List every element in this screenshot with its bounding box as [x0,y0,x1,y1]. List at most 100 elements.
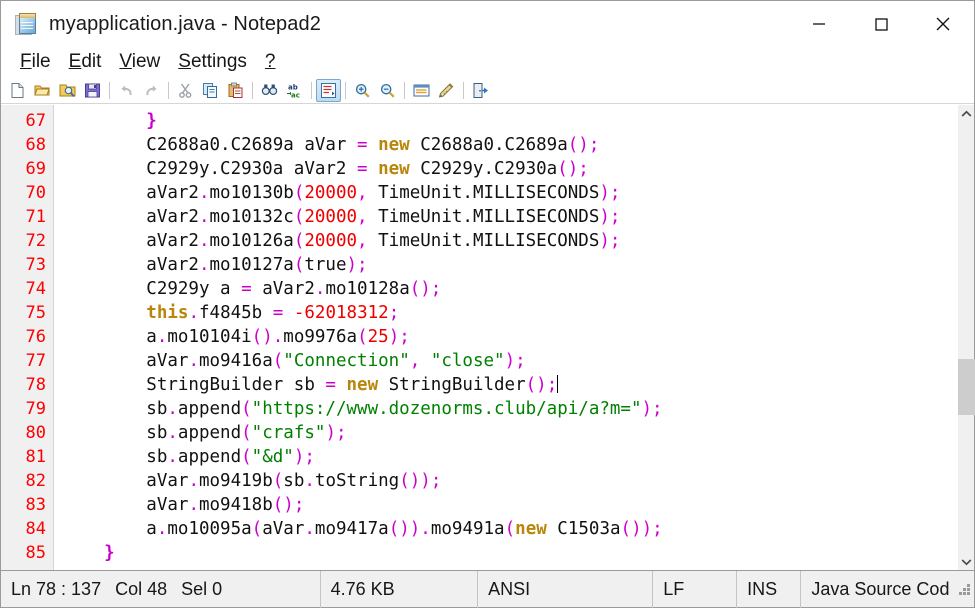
menu-item-view[interactable]: View [110,50,169,74]
scroll-down-button[interactable] [958,553,974,570]
svg-text:ac: ac [291,91,300,99]
maximize-button[interactable] [850,2,912,46]
code-token [420,351,431,371]
code-line[interactable]: this.f4845b = -62018312; [54,301,957,325]
code-line[interactable]: C2929y a = aVar2.mo10128a(); [54,277,957,301]
code-token: . [188,303,199,323]
code-line[interactable]: sb.append("crafs"); [54,421,957,445]
scroll-up-button[interactable] [958,105,974,122]
status-eol-mode[interactable]: LF [653,571,737,608]
code-line[interactable]: aVar2.mo10127a(true); [54,253,957,277]
line-number: 81 [1,445,53,469]
code-line[interactable]: aVar.mo9419b(sb.toString()); [54,469,957,493]
browse-file-button[interactable] [55,79,80,102]
toolbar-separator [109,82,110,99]
code-token: (); [557,159,589,179]
minimize-button[interactable] [788,2,850,46]
copy-button[interactable] [198,79,223,102]
code-line[interactable]: sb.append("&d"); [54,445,957,469]
open-file-button[interactable] [30,79,55,102]
line-number: 76 [1,325,53,349]
menu-item-help[interactable]: ? [256,50,285,74]
save-file-button[interactable] [80,79,105,102]
scrollbar-track[interactable] [958,122,974,553]
code-token: ; [389,303,400,323]
word-wrap-button[interactable] [316,79,341,102]
code-line[interactable]: C2688a0.C2689a aVar = new C2688a0.C2689a… [54,133,957,157]
code-line[interactable]: a.mo10104i().mo9976a(25); [54,325,957,349]
notepad-document-icon [13,11,39,37]
undo-button[interactable] [114,79,139,102]
customize-icon [438,82,455,99]
code-token: ( [294,255,305,275]
code-token: ( [241,447,252,467]
code-token: 20000 [304,183,357,203]
code-token: . [304,519,315,539]
code-line[interactable]: sb.append("https://www.dozenorms.club/ap… [54,397,957,421]
close-button[interactable] [912,2,974,46]
customize-button[interactable] [434,79,459,102]
scheme-button[interactable] [409,79,434,102]
code-token: 20000 [304,231,357,251]
notepad2-window: myapplication.java - Notepad2 File Edit … [0,0,975,608]
code-line[interactable]: StringBuilder sb = new StringBuilder(); [54,373,957,397]
code-token: aVar2 [252,279,315,299]
zoom-out-button[interactable] [375,79,400,102]
status-encoding[interactable]: ANSI [478,571,653,608]
code-token: . [199,183,210,203]
toolbar-separator [404,82,405,99]
code-line[interactable]: aVar.mo9416a("Connection", "close"); [54,349,957,373]
code-token: . [157,519,168,539]
close-icon [932,13,954,35]
zoom-out-icon [379,82,396,99]
code-line[interactable]: } [54,109,957,133]
find-icon [261,82,278,99]
code-token: mo9491a [431,519,505,539]
zoom-in-button[interactable] [350,79,375,102]
status-position-cell[interactable]: Ln 78 : 137 Col 48 Sel 0 [1,571,321,608]
code-line[interactable]: aVar2.mo10130b(20000, TimeUnit.MILLISECO… [54,181,957,205]
menu-item-settings[interactable]: Settings [169,50,256,74]
code-token: sb [62,399,167,419]
exit-button[interactable] [468,79,493,102]
code-text-area[interactable]: } C2688a0.C2689a aVar = new C2688a0.C268… [54,105,957,570]
code-line[interactable]: a.mo10095a(aVar.mo9417a()).mo9491a(new C… [54,517,957,541]
code-token: (); [273,495,305,515]
menu-item-file[interactable]: File [11,50,60,74]
code-token: mo10130b [210,183,294,203]
scrollbar-thumb[interactable] [958,359,975,415]
code-line[interactable]: aVar2.mo10132c(20000, TimeUnit.MILLISECO… [54,205,957,229]
new-file-button[interactable] [5,79,30,102]
toolbar-separator [311,82,312,99]
paste-button[interactable] [223,79,248,102]
find-button[interactable] [257,79,282,102]
code-line[interactable]: aVar2.mo10126a(20000, TimeUnit.MILLISECO… [54,229,957,253]
status-file-size[interactable]: 4.76 KB [321,571,479,608]
code-token: StringBuilder sb [62,375,325,395]
code-token: . [315,279,326,299]
code-token: ( [273,471,284,491]
vertical-scrollbar[interactable] [957,105,974,570]
line-number: 78 [1,373,53,397]
redo-icon [143,82,160,99]
code-token: ()); [399,471,441,491]
code-token: aVar [62,351,188,371]
code-token: = [241,279,252,299]
code-line[interactable]: } [54,541,957,565]
code-token: new [347,375,379,395]
cut-button[interactable] [173,79,198,102]
editor-area: 67686970717273747576777879808182838485 }… [1,104,974,570]
redo-button[interactable] [139,79,164,102]
status-language[interactable]: Java Source Cod [801,571,957,608]
code-token: , [357,231,368,251]
save-file-icon [84,82,101,99]
resize-grip[interactable] [957,582,971,596]
menu-item-edit[interactable]: Edit [60,50,111,74]
code-token: f4845b [199,303,273,323]
code-line[interactable]: aVar.mo9418b(); [54,493,957,517]
code-token [368,135,379,155]
status-insert-mode[interactable]: INS [737,571,801,608]
replace-button[interactable]: ab ac [282,79,307,102]
code-token: mo10104i [167,327,251,347]
code-line[interactable]: C2929y.C2930a aVar2 = new C2929y.C2930a(… [54,157,957,181]
